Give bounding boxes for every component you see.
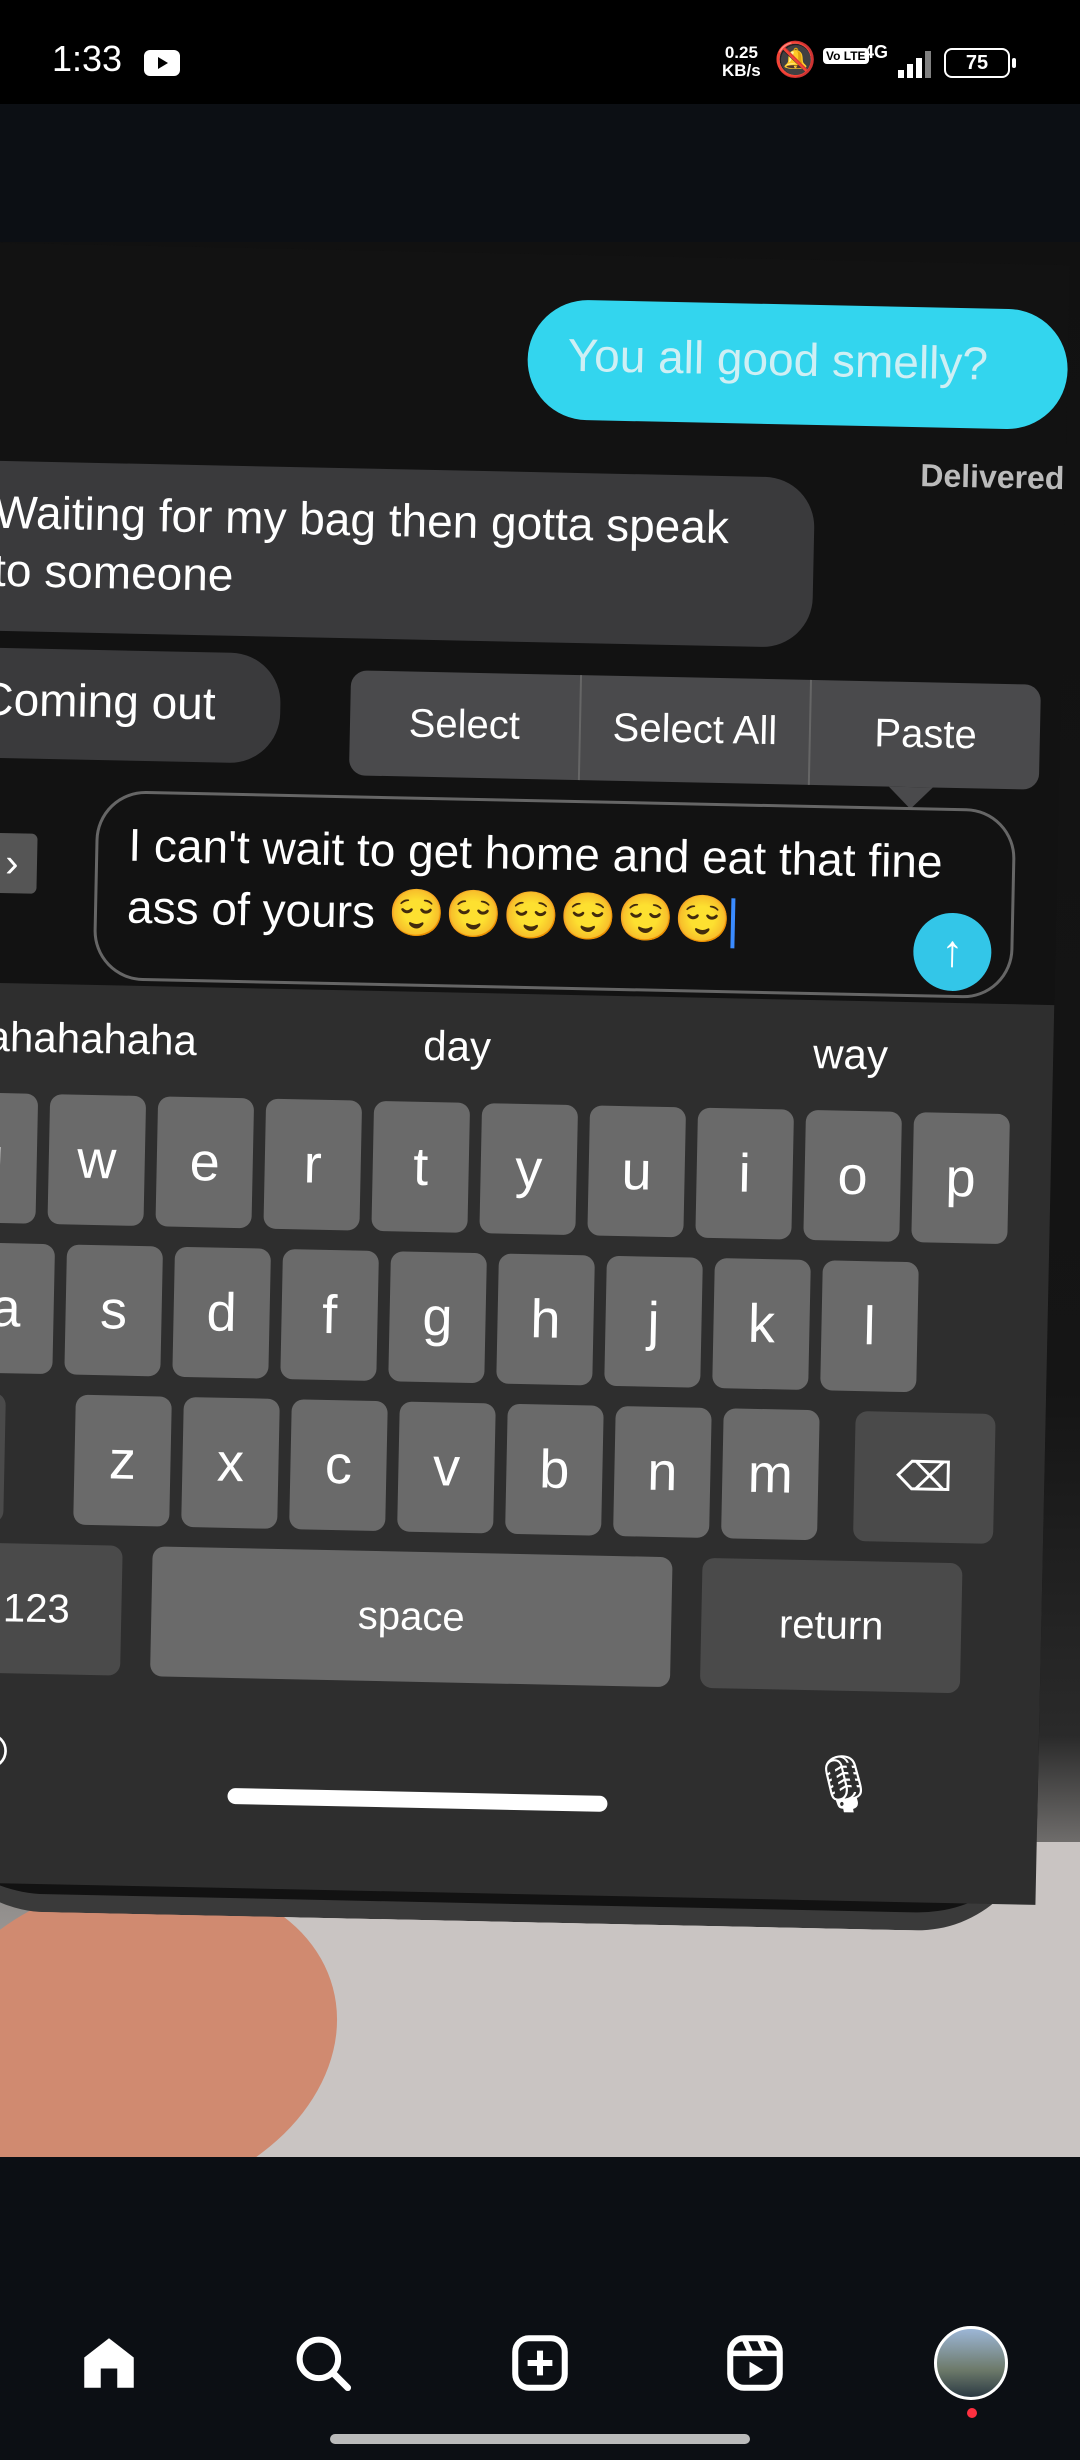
key: v (397, 1401, 496, 1534)
filmed-phone: You all good smelly? Delivered Waiting f… (0, 242, 1070, 1933)
return-key: return (699, 1557, 963, 1694)
key: i (695, 1107, 795, 1240)
video-frame: You all good smelly? Delivered Waiting f… (0, 242, 1080, 2157)
keyboard: hahahahaha day way q w e r t y u i o p a… (0, 981, 1055, 1905)
home-indicator (227, 1787, 608, 1812)
key: u (587, 1105, 687, 1238)
gesture-bar (330, 2434, 750, 2444)
key: x (181, 1396, 280, 1529)
key: s (64, 1244, 164, 1377)
bell-mute-icon: 🔕 (774, 41, 817, 79)
key: b (505, 1403, 604, 1536)
suggestion: hahahahaha (0, 1012, 198, 1065)
key: g (388, 1251, 487, 1384)
key: z (73, 1394, 172, 1527)
clock: 1:33 (52, 38, 123, 79)
backspace-icon: ⌫ (852, 1411, 996, 1544)
received-message-bubble: Coming out (0, 646, 282, 764)
select-all-option: Select All (579, 675, 813, 785)
key: l (820, 1260, 919, 1393)
key: o (803, 1109, 902, 1242)
key: j (604, 1255, 703, 1388)
key: r (263, 1098, 363, 1231)
key: w (47, 1094, 147, 1227)
profile-avatar[interactable] (934, 2326, 1008, 2400)
home-icon[interactable] (76, 2330, 142, 2396)
key: q (0, 1091, 39, 1224)
key: n (613, 1405, 712, 1538)
suggestion: day (422, 1021, 492, 1071)
key: a (0, 1242, 56, 1375)
key: y (479, 1103, 579, 1236)
bottom-navigation (0, 2292, 1080, 2460)
text-context-menu: Select Select All Paste (348, 670, 1041, 790)
received-message-bubble: Waiting for my bag then gotta speak to s… (0, 459, 816, 648)
chevron-right-icon: › (0, 832, 38, 894)
sent-message-bubble: You all good smelly? (526, 298, 1069, 431)
youtube-icon (144, 50, 180, 76)
key: e (155, 1096, 255, 1229)
volte-badge: Vo LTE (823, 48, 869, 64)
microphone-icon: 🎙 (807, 1751, 880, 1816)
signal-icon (890, 50, 934, 78)
status-bar: 1:33 0.25 KB/s 🔕 Vo LTE 4G 75 (0, 0, 1080, 104)
emoji-icon: ☺ (0, 1713, 21, 1782)
select-option: Select (348, 670, 582, 781)
key: k (712, 1258, 811, 1391)
numbers-key: 123 (0, 1542, 123, 1676)
key: c (289, 1399, 388, 1532)
battery-indicator: 75 (944, 48, 1016, 78)
search-icon[interactable] (290, 2330, 356, 2396)
network-type: 4G (864, 42, 889, 62)
paste-option: Paste (873, 711, 978, 758)
reels-icon[interactable] (722, 2330, 788, 2396)
create-icon[interactable] (507, 2330, 573, 2396)
delivered-status: Delivered (919, 457, 1065, 497)
shift-icon: ⇧ (0, 1391, 6, 1524)
key: f (280, 1248, 379, 1381)
key: p (911, 1112, 1010, 1245)
message-input-text: I can't wait to get home and eat that fi… (126, 818, 944, 946)
message-input: I can't wait to get home and eat that fi… (92, 789, 1017, 1000)
key: m (721, 1408, 820, 1541)
notification-dot (967, 2408, 977, 2418)
suggestion: way (812, 1030, 889, 1079)
network-speed: 0.25 KB/s (722, 43, 761, 80)
key: t (371, 1100, 471, 1233)
key: d (172, 1246, 271, 1379)
text-caret (730, 898, 736, 949)
space-key: space (150, 1546, 673, 1688)
key: h (496, 1253, 595, 1386)
